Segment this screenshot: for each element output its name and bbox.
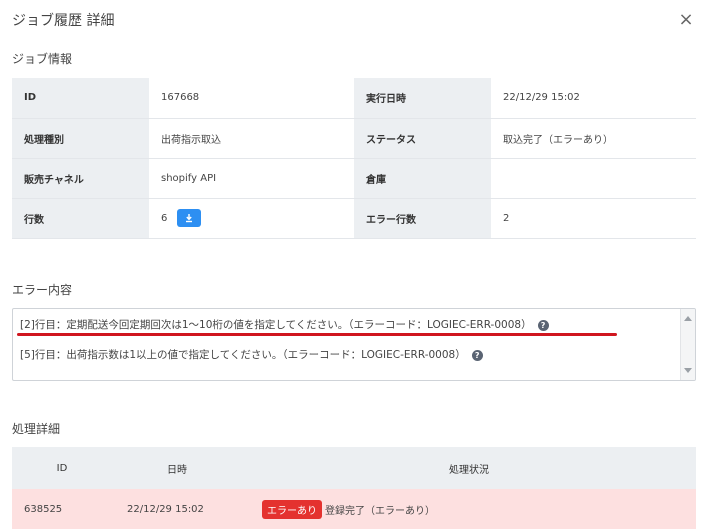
error-section-title: エラー内容 [12, 283, 73, 297]
error-list-scrollbar[interactable] [680, 309, 695, 380]
process-datetime: 22/12/29 15:02 [112, 489, 242, 529]
close-icon[interactable]: × [676, 10, 696, 30]
sales-channel-label: 販売チャネル [12, 158, 149, 199]
job-info-row: 行数 6 エラー行数 2 [12, 198, 696, 239]
warehouse-label: 倉庫 [354, 158, 491, 199]
error-list[interactable]: [2]行目：定期配送今回定期回次は1〜10桁の値を指定してください。（エラーコー… [12, 308, 696, 381]
error-highlight-underline [17, 333, 617, 336]
status-label: ステータス [354, 118, 491, 159]
process-detail-table: ID 日時 処理状況 638525 22/12/29 15:02 エラーあり 登録… [12, 447, 696, 529]
job-info-table: ID 167668 実行日時 22/12/29 15:02 処理種別 出荷指示取… [12, 78, 696, 239]
process-id: 638525 [12, 489, 112, 529]
error-row-count-label: エラー行数 [354, 198, 491, 239]
table-row: 638525 22/12/29 15:02 エラーあり 登録完了（エラーあり） [12, 489, 696, 529]
scroll-down-arrow-icon[interactable] [684, 368, 692, 373]
column-header-id: ID [12, 447, 112, 489]
error-row-count-value: 2 [491, 198, 696, 239]
error-message: [5]行目：出荷指示数は1以上の値で指定してください。（エラーコード：LOGIE… [20, 349, 466, 361]
sales-channel-value: shopify API [149, 158, 354, 199]
dialog-title: ジョブ履歴 詳細 [12, 13, 115, 29]
row-count-label: 行数 [12, 198, 149, 239]
process-type-value: 出荷指示取込 [149, 118, 354, 159]
download-button[interactable] [176, 209, 201, 227]
warehouse-value [491, 158, 696, 199]
column-header-datetime: 日時 [112, 447, 242, 489]
executed-at-value: 22/12/29 15:02 [491, 78, 696, 119]
error-message: [2]行目：定期配送今回定期回次は1〜10桁の値を指定してください。（エラーコー… [20, 319, 532, 331]
job-info-row: 処理種別 出荷指示取込 ステータス 取込完了（エラーあり） [12, 118, 696, 159]
column-header-status: 処理状況 [242, 447, 696, 489]
id-label: ID [12, 78, 149, 119]
job-info-title: ジョブ情報 [12, 52, 73, 66]
executed-at-label: 実行日時 [354, 78, 491, 119]
process-status: 登録完了（エラーあり） [325, 505, 435, 517]
help-icon[interactable]: ? [471, 349, 483, 361]
status-value: 取込完了（エラーあり） [491, 118, 696, 159]
job-info-row: 販売チャネル shopify API 倉庫 [12, 158, 696, 199]
error-item: [5]行目：出荷指示数は1以上の値で指定してください。（エラーコード：LOGIE… [20, 347, 483, 362]
row-count-value: 6 [161, 213, 168, 224]
error-badge: エラーあり [262, 499, 322, 519]
download-icon [185, 214, 192, 223]
process-detail-title: 処理詳細 [12, 422, 61, 436]
job-info-row: ID 167668 実行日時 22/12/29 15:02 [12, 78, 696, 119]
scroll-up-arrow-icon[interactable] [684, 316, 692, 321]
help-icon[interactable]: ? [537, 319, 549, 331]
error-item: [2]行目：定期配送今回定期回次は1〜10桁の値を指定してください。（エラーコー… [20, 317, 549, 332]
table-header-row: ID 日時 処理状況 [12, 447, 696, 489]
id-value: 167668 [149, 78, 354, 119]
row-count-cell: 6 [149, 198, 354, 239]
process-status-cell: エラーあり 登録完了（エラーあり） [242, 489, 696, 529]
process-type-label: 処理種別 [12, 118, 149, 159]
